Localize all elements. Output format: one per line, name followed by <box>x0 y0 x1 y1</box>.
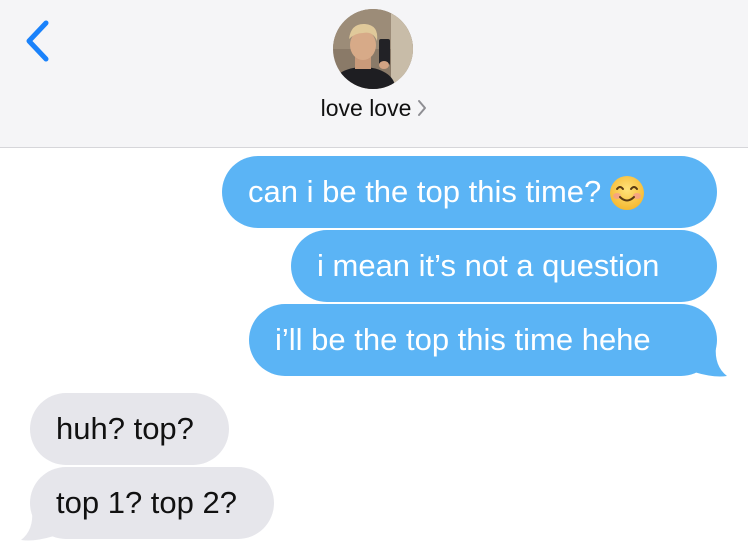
bubble-tail-received <box>21 510 54 541</box>
message-bubble-sent[interactable]: i’ll be the top this time hehe <box>249 304 717 376</box>
conversation-header: love love <box>0 0 748 148</box>
contact-name-button[interactable]: love love <box>0 95 748 123</box>
contact-photo-icon <box>333 9 413 89</box>
back-button[interactable] <box>18 17 60 67</box>
messages-screen: love love can i be the top this time? i … <box>0 0 748 550</box>
message-text: i mean it’s not a question <box>317 248 660 283</box>
bubble-tail-sent <box>694 346 727 377</box>
message-text: can i be the top this time? <box>248 174 602 209</box>
message-bubble-received[interactable]: top 1? top 2? <box>30 467 274 539</box>
message-text: top 1? top 2? <box>56 485 237 520</box>
chevron-right-icon <box>417 96 427 123</box>
message-bubble-received[interactable]: huh? top? <box>30 393 229 465</box>
message-bubble-sent[interactable]: can i be the top this time? <box>222 156 717 228</box>
contact-name: love love <box>320 95 412 121</box>
message-text: i’ll be the top this time hehe <box>275 322 651 357</box>
chevron-left-icon <box>26 20 49 62</box>
smiling-face-icon <box>609 165 645 237</box>
message-bubble-sent[interactable]: i mean it’s not a question <box>291 230 717 302</box>
message-text: huh? top? <box>56 411 194 446</box>
avatar[interactable] <box>333 9 413 89</box>
